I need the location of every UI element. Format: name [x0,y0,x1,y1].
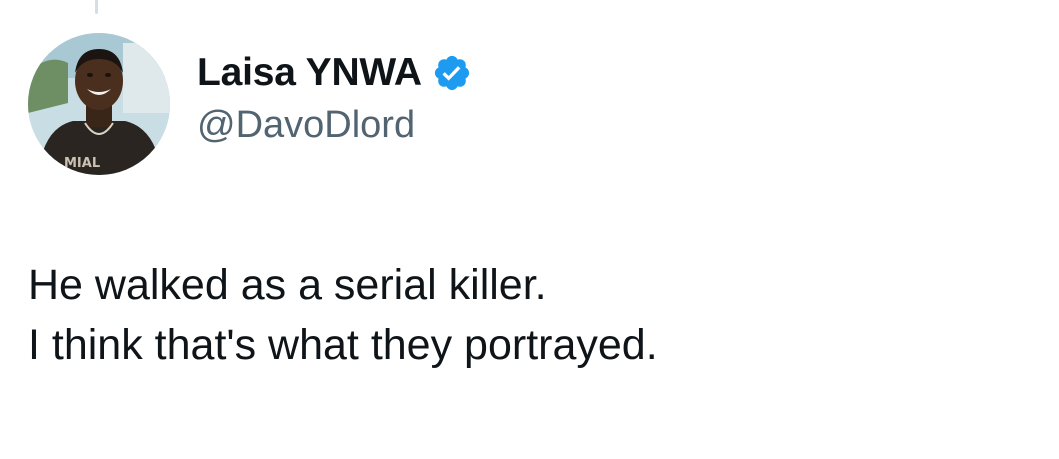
verified-badge-icon [432,53,472,93]
tweet-text: He walked as a serial killer. I think th… [28,255,1028,375]
tweet-card: MIAL Laisa YNWA @DavoDlord He walked as … [0,0,1059,459]
profile-photo-icon: MIAL [28,33,170,175]
user-handle[interactable]: @DavoDlord [197,104,472,147]
tweet-header: Laisa YNWA @DavoDlord [197,48,472,147]
display-name[interactable]: Laisa YNWA [197,51,422,95]
avatar[interactable]: MIAL [28,33,170,175]
tweet-text-line: He walked as a serial killer. [28,261,547,309]
name-row: Laisa YNWA [197,48,472,98]
thread-connector-line [95,0,98,14]
tweet-text-line: I think that's what they portrayed. [28,321,658,369]
svg-text:MIAL: MIAL [64,156,100,171]
